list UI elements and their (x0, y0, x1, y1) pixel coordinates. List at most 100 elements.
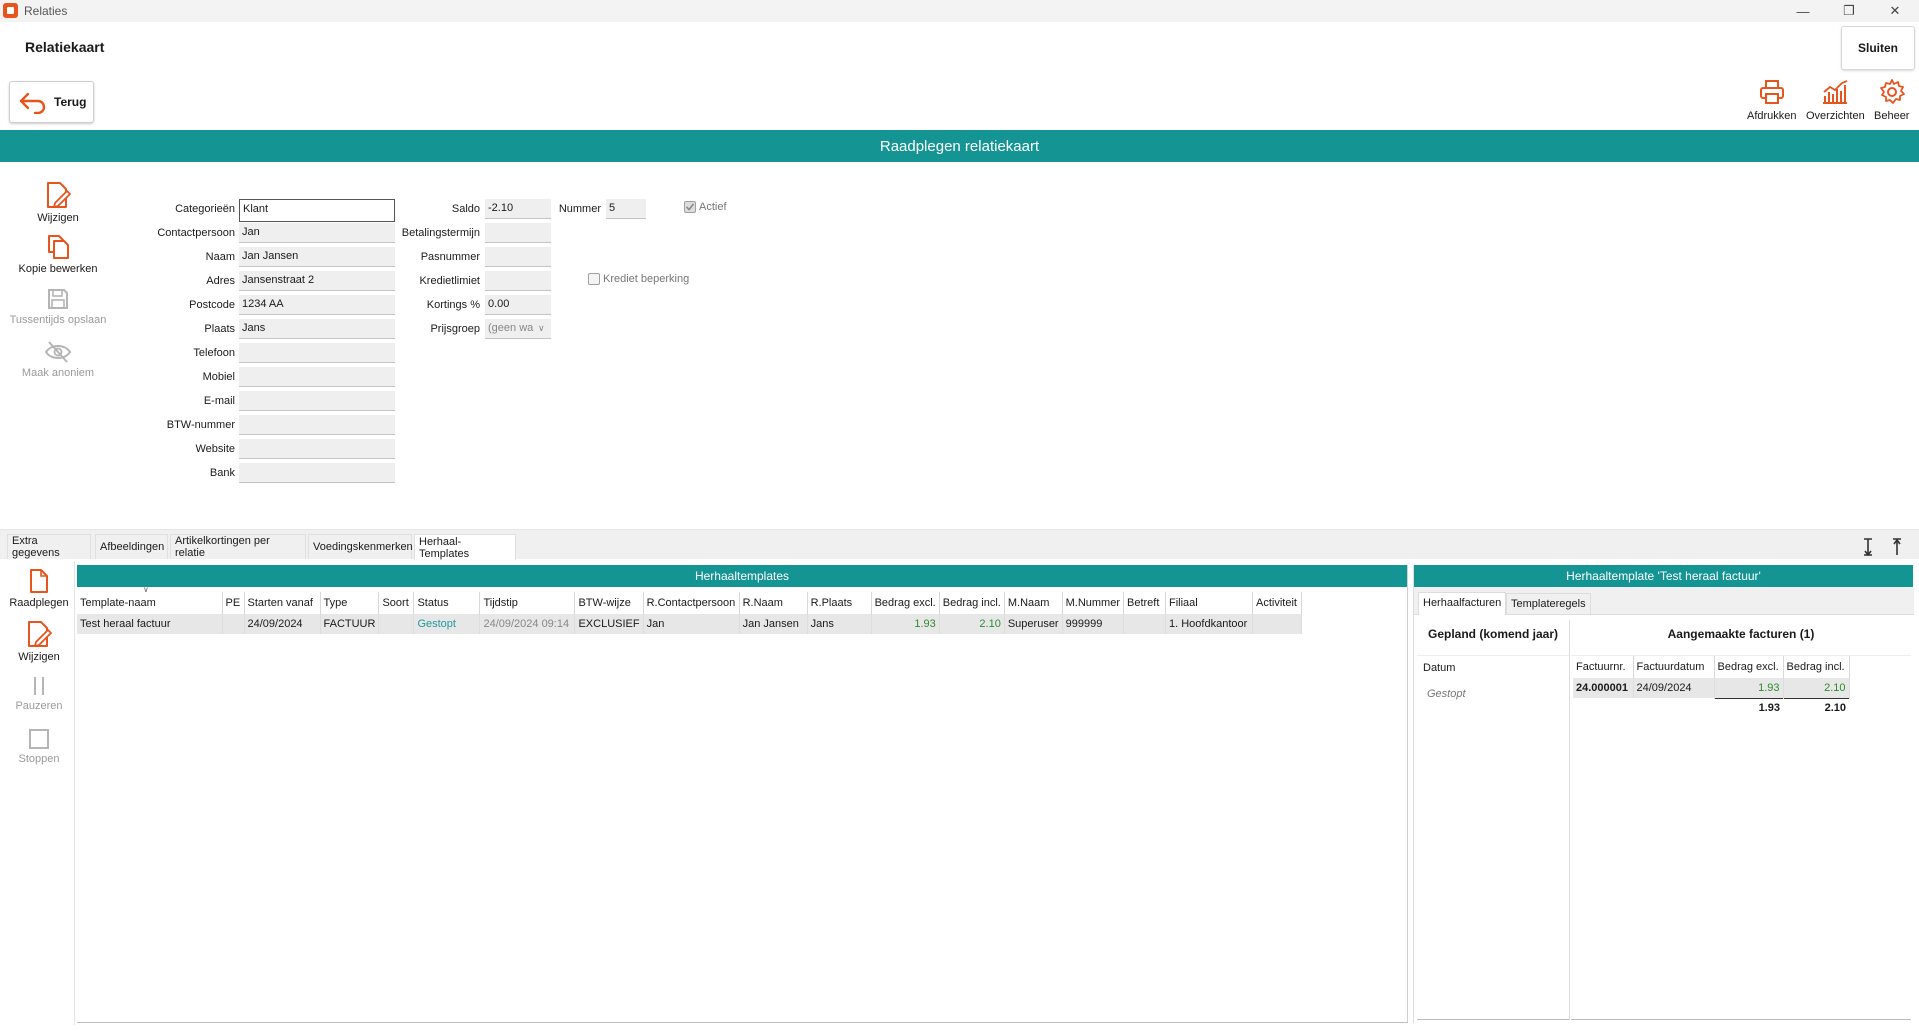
postcode-field[interactable]: 1234 AA (239, 295, 395, 315)
column-header[interactable]: Starten vanaf (244, 592, 321, 614)
phone-field[interactable] (239, 343, 395, 363)
postcode-label: Postcode (189, 299, 235, 311)
city-field[interactable]: Jans (239, 319, 395, 339)
column-header[interactable]: Bedrag excl. (1714, 656, 1784, 678)
anonymize-button[interactable]: Maak anoniem (8, 340, 108, 379)
discount-field[interactable]: 0.00 (485, 295, 551, 315)
print-button[interactable]: Afdrukken (1747, 78, 1797, 122)
tab-article-discounts[interactable]: Artikelkortingen per relatie (170, 534, 306, 559)
copy-edit-button[interactable]: Kopie bewerken (8, 234, 108, 275)
contact-field[interactable]: Jan (239, 223, 395, 243)
expand-vertical-icon[interactable] (1862, 538, 1874, 559)
manage-button[interactable]: Beheer (1874, 78, 1909, 122)
tab-recurring-invoices[interactable]: Herhaalfacturen (1418, 592, 1507, 615)
stop-icon (29, 729, 49, 749)
tab-template-lines[interactable]: Templateregels (1506, 593, 1591, 615)
edit-button[interactable]: Wijzigen (8, 181, 108, 224)
manage-label: Beheer (1874, 110, 1910, 122)
credit-limit-field[interactable] (485, 271, 551, 291)
payment-term-field[interactable] (485, 223, 551, 243)
number-field[interactable]: 5 (606, 199, 646, 219)
cell-amount-excl: 1.93 (1714, 678, 1784, 698)
column-header[interactable]: Tijdstip (479, 592, 576, 614)
template-detail-panel: Herhaaltemplate 'Test heraal factuur' He… (1413, 565, 1914, 1023)
pause-button[interactable]: Pauzeren (0, 675, 89, 712)
table-row[interactable]: Test heraal factuur 24/09/2024 FACTUUR G… (77, 614, 1302, 634)
copy-document-icon (48, 235, 69, 259)
restore-icon[interactable]: ❐ (1826, 0, 1872, 22)
tab-nutrition[interactable]: Voedingskenmerken (308, 534, 413, 559)
name-field[interactable]: Jan Jansen (239, 247, 395, 267)
view-template-button[interactable]: Raadplegen (0, 568, 89, 609)
collapse-up-icon[interactable] (1891, 538, 1903, 559)
column-header[interactable]: Type (320, 592, 380, 614)
back-button[interactable]: Terug (9, 81, 94, 123)
edit-document-icon (47, 182, 71, 208)
stop-button[interactable]: Stoppen (0, 728, 89, 765)
column-header[interactable]: R.Contactpersoon (643, 592, 740, 614)
templates-table: Template-naam PE Starten vanaf Type Soor… (77, 592, 1302, 634)
close-window-icon[interactable]: ✕ (1872, 0, 1918, 22)
column-header[interactable]: PE (222, 592, 245, 614)
column-header[interactable]: Factuurdatum (1633, 656, 1715, 678)
tab-recurring-templates[interactable]: Herhaal-Templates (414, 534, 516, 560)
page-title: Relatiekaart (25, 39, 105, 55)
column-header[interactable]: BTW-wijze (574, 592, 644, 614)
column-header[interactable]: Template-naam (77, 592, 223, 614)
edit-template-button[interactable]: Wijzigen (0, 620, 89, 663)
column-header[interactable]: Soort (378, 592, 415, 614)
website-field[interactable] (239, 439, 395, 459)
save-interim-button[interactable]: Tussentijds opslaan (8, 287, 108, 326)
chevron-down-icon[interactable]: ∨ (538, 323, 545, 334)
column-header[interactable]: Filiaal (1165, 592, 1253, 614)
credit-restriction-checkbox[interactable] (588, 273, 600, 285)
app-icon (3, 3, 18, 18)
email-field[interactable] (239, 391, 395, 411)
minimize-icon[interactable]: — (1780, 0, 1826, 22)
check-icon (685, 203, 695, 211)
vat-field[interactable] (239, 415, 395, 435)
totals-row: 1.93 2.10 (1573, 697, 1849, 718)
column-header[interactable]: Factuurnr. (1573, 656, 1634, 678)
cell-r-name: Jan Jansen (739, 614, 808, 634)
tab-extra-data[interactable]: Extra gegevens (7, 534, 91, 559)
planned-date-header: Datum (1423, 662, 1456, 674)
planned-title: Gepland (komend jaar) (1417, 620, 1569, 656)
address-field[interactable]: Jansenstraat 2 (239, 271, 395, 291)
cell-amount-excl: 1.93 (871, 614, 940, 634)
active-checkbox[interactable] (684, 201, 696, 213)
column-header[interactable]: R.Naam (739, 592, 808, 614)
balance-field[interactable]: -2.10 (485, 199, 551, 219)
categories-label: Categorieën (175, 203, 235, 215)
column-header[interactable]: Status (413, 592, 481, 614)
card-number-label: Pasnummer (420, 251, 480, 263)
active-label: Actief (699, 201, 727, 213)
overviews-button[interactable]: Overzichten (1806, 78, 1865, 122)
created-invoices-panel: Aangemaakte facturen (1) Factuurnr. Fact… (1571, 620, 1911, 1020)
categories-field[interactable]: Klant (239, 199, 395, 222)
column-header[interactable]: M.Nummer (1062, 592, 1125, 614)
bank-label: Bank (209, 467, 235, 479)
column-header[interactable]: Activiteit (1252, 592, 1302, 614)
column-header[interactable]: Bedrag incl. (939, 592, 1005, 614)
cell-activity (1252, 614, 1302, 634)
cell-vat-mode: EXCLUSIEF (574, 614, 644, 634)
tab-images[interactable]: Afbeeldingen (95, 534, 168, 559)
column-header[interactable]: Betreft (1123, 592, 1166, 614)
cell-pe (222, 614, 245, 634)
column-header[interactable]: R.Plaats (807, 592, 872, 614)
table-row[interactable]: 24.000001 24/09/2024 1.93 2.10 (1573, 678, 1850, 698)
mobile-field[interactable] (239, 367, 395, 387)
close-button[interactable]: Sluiten (1841, 26, 1915, 70)
bank-field[interactable] (239, 463, 395, 483)
back-arrow-icon (19, 92, 46, 114)
card-number-field[interactable] (485, 247, 551, 267)
column-header[interactable]: Bedrag incl. (1783, 656, 1850, 678)
column-header[interactable]: Bedrag excl. (871, 592, 940, 614)
view-template-label: Raadplegen (9, 597, 69, 609)
created-invoices-table: Factuurnr. Factuurdatum Bedrag excl. Bed… (1573, 656, 1850, 718)
sort-down-icon[interactable]: ∨ (143, 585, 149, 594)
column-header[interactable]: M.Naam (1004, 592, 1063, 614)
planned-panel: Gepland (komend jaar) Datum Gestopt (1417, 620, 1570, 1020)
stop-label: Stoppen (18, 753, 60, 765)
